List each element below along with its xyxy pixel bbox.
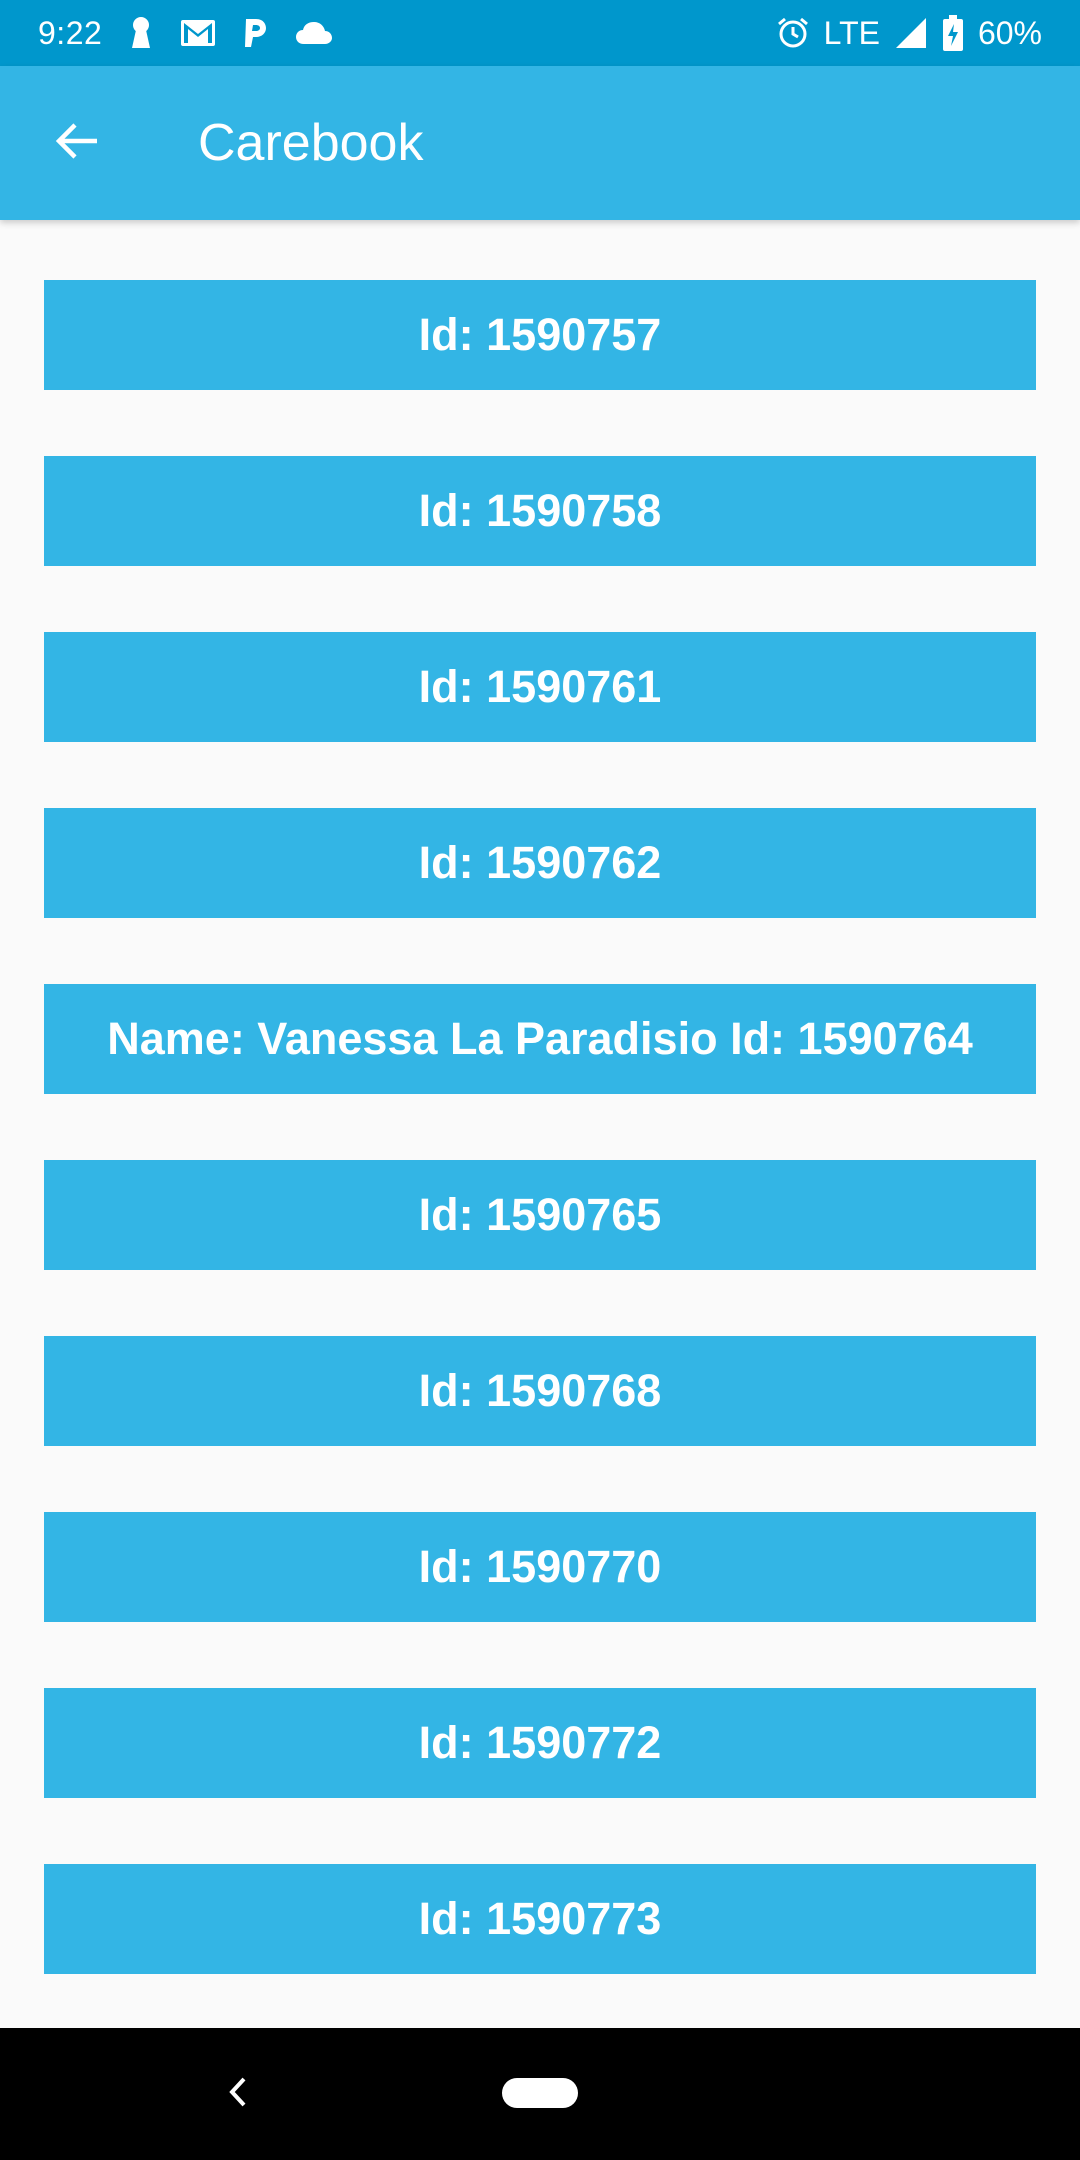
app-bar: Carebook <box>0 66 1080 220</box>
status-bar: 9:22 LTE 60% <box>0 0 1080 66</box>
battery-percentage: 60% <box>977 14 1042 51</box>
p-icon <box>242 17 268 49</box>
signal-icon <box>894 16 928 50</box>
record-button-1590757[interactable]: Id: 1590757 <box>44 280 1036 390</box>
page-title: Carebook <box>198 114 424 172</box>
system-nav-bar <box>0 2028 1080 2160</box>
record-button-1590773[interactable]: Id: 1590773 <box>44 1864 1036 1974</box>
arrow-left-icon <box>53 117 101 170</box>
record-button-1590762[interactable]: Id: 1590762 <box>44 808 1036 918</box>
record-button-1590761[interactable]: Id: 1590761 <box>44 632 1036 742</box>
record-button-1590768[interactable]: Id: 1590768 <box>44 1336 1036 1446</box>
record-list: Id: 1590757 Id: 1590758 Id: 1590761 Id: … <box>0 220 1080 2028</box>
status-time: 9:22 <box>38 14 103 51</box>
gmail-icon <box>180 19 216 47</box>
chevron-left-icon <box>226 2075 250 2114</box>
back-button[interactable] <box>0 66 154 220</box>
record-button-1590765[interactable]: Id: 1590765 <box>44 1160 1036 1270</box>
status-right-group: LTE 60% <box>776 15 1042 52</box>
alarm-icon <box>776 16 810 50</box>
home-pill-icon[interactable] <box>502 2078 578 2108</box>
record-button-1590758[interactable]: Id: 1590758 <box>44 456 1036 566</box>
keyhole-icon <box>128 16 154 50</box>
record-button-1590772[interactable]: Id: 1590772 <box>44 1688 1036 1798</box>
battery-charging-icon <box>942 15 964 51</box>
nav-back-button[interactable] <box>214 2070 262 2118</box>
record-button-1590770[interactable]: Id: 1590770 <box>44 1512 1036 1622</box>
record-button-1590764[interactable]: Name: Vanessa La Paradisio Id: 1590764 <box>44 984 1036 1094</box>
cloud-icon <box>294 20 334 46</box>
network-type: LTE <box>823 14 880 51</box>
status-left-group: 9:22 <box>38 15 334 52</box>
